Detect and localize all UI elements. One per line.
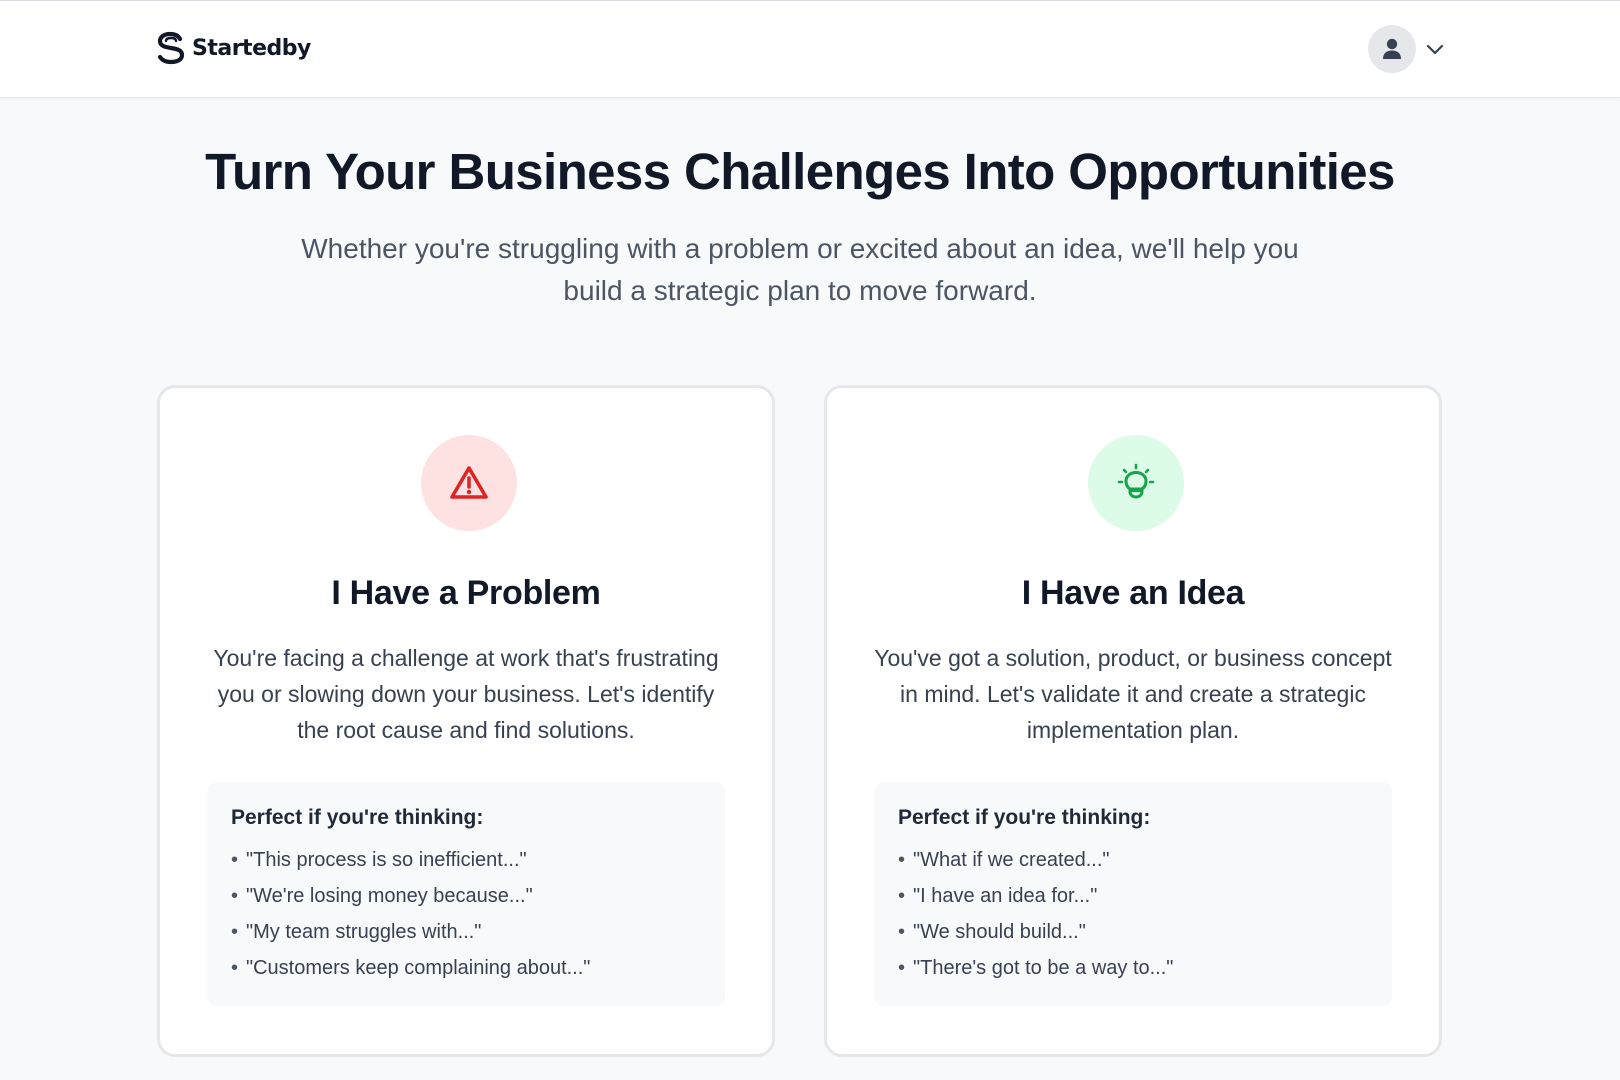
top-navigation-bar: Startedby bbox=[0, 0, 1620, 98]
warning-icon bbox=[450, 466, 488, 499]
idea-card[interactable]: I Have an Idea You've got a solution, pr… bbox=[824, 385, 1442, 1057]
logo-text: Startedby bbox=[192, 35, 311, 61]
user-icon bbox=[1383, 38, 1401, 59]
list-item: "This process is so inefficient..." bbox=[231, 842, 701, 878]
lightbulb-icon bbox=[1117, 463, 1155, 499]
list-item: "We should build..." bbox=[898, 914, 1368, 950]
avatar[interactable] bbox=[1368, 25, 1416, 73]
chevron-down-icon[interactable] bbox=[1426, 43, 1444, 55]
card-description: You're facing a challenge at work that's… bbox=[213, 645, 719, 743]
list-item: "Customers keep complaining about..." bbox=[231, 950, 701, 986]
problem-card[interactable]: I Have a Problem You're facing a challen… bbox=[157, 385, 775, 1057]
idea-icon-badge bbox=[1088, 435, 1184, 531]
page-subtitle: Whether you're struggling with a problem… bbox=[301, 233, 1299, 306]
examples-box: Perfect if you're thinking: "This proces… bbox=[207, 782, 725, 1006]
examples-heading: Perfect if you're thinking: bbox=[231, 806, 484, 829]
card-title: I Have an Idea bbox=[1021, 574, 1245, 612]
card-description: You've got a solution, product, or busin… bbox=[874, 645, 1392, 743]
logo[interactable]: Startedby bbox=[156, 31, 311, 65]
list-item: "What if we created..." bbox=[898, 842, 1368, 878]
examples-box: Perfect if you're thinking: "What if we … bbox=[874, 782, 1392, 1006]
examples-heading: Perfect if you're thinking: bbox=[898, 806, 1151, 829]
problem-icon-badge bbox=[421, 435, 517, 531]
examples-list: "This process is so inefficient..." "We'… bbox=[231, 842, 701, 986]
examples-list: "What if we created..." "I have an idea … bbox=[898, 842, 1368, 986]
list-item: "My team struggles with..." bbox=[231, 914, 701, 950]
list-item: "There's got to be a way to..." bbox=[898, 950, 1368, 986]
user-menu[interactable] bbox=[1368, 25, 1444, 73]
card-title: I Have a Problem bbox=[331, 574, 601, 612]
page-title: Turn Your Business Challenges Into Oppor… bbox=[205, 143, 1395, 200]
list-item: "I have an idea for..." bbox=[898, 878, 1368, 914]
s-logo-icon bbox=[157, 31, 185, 65]
list-item: "We're losing money because..." bbox=[231, 878, 701, 914]
